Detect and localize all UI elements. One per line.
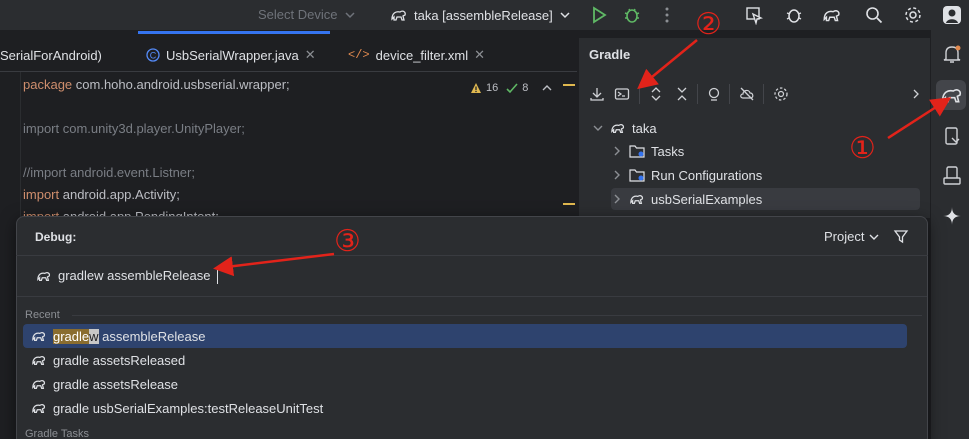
- annotation-marker-2: ②: [695, 7, 722, 42]
- annotation-arrow-1: [887, 97, 952, 140]
- annotation-arrows: [213, 39, 952, 277]
- annotation-marker-3: ③: [334, 224, 361, 259]
- annotation-arrow-2: [637, 39, 698, 90]
- annotation-arrow-3: [213, 252, 335, 277]
- annotation-marker-1: ①: [849, 131, 876, 166]
